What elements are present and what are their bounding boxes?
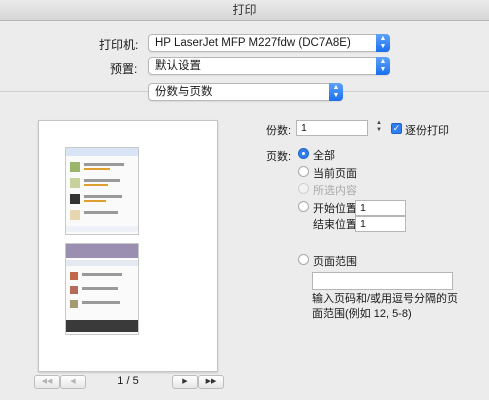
collate-label: 逐份打印 <box>405 125 449 137</box>
presets-select-value: 默认设置 <box>155 60 201 72</box>
copies-label: 份数: <box>266 125 292 137</box>
printer-label: 打印机: <box>99 38 139 52</box>
copies-input[interactable]: 1 <box>296 120 368 136</box>
pages-range-radio[interactable] <box>298 254 309 265</box>
pages-all-radio[interactable] <box>298 148 309 159</box>
pages-to-input[interactable]: 1 <box>355 216 406 232</box>
pages-to-label: 结束位置: <box>313 219 361 231</box>
first-page-button[interactable]: ◀◀ <box>34 375 60 389</box>
previous-page-button[interactable]: ◀ <box>60 375 86 389</box>
last-page-button[interactable]: ▶▶ <box>198 375 224 389</box>
select-arrows-icon: ▲ ▼ <box>376 57 390 75</box>
section-select-value: 份数与页数 <box>155 86 213 98</box>
pages-from-input[interactable]: 1 <box>355 200 406 216</box>
presets-select[interactable]: 默认设置 ▲ ▼ <box>148 57 390 75</box>
pages-current-radio[interactable] <box>298 166 309 177</box>
print-preview <box>38 120 218 372</box>
select-arrows-icon: ▲ ▼ <box>376 34 390 52</box>
pages-label: 页数: <box>266 151 292 163</box>
pages-all-label: 全部 <box>313 150 335 162</box>
pages-range-input[interactable] <box>312 272 453 290</box>
pages-selection-radio[interactable] <box>298 183 309 194</box>
printer-select-value: HP LaserJet MFP M227fdw (DC7A8E) <box>155 37 351 49</box>
preview-page-thumbnail <box>65 147 139 235</box>
presets-label: 预置: <box>110 62 138 76</box>
copies-stepper[interactable]: ▲ ▼ <box>375 120 383 136</box>
printer-select[interactable]: HP LaserJet MFP M227fdw (DC7A8E) ▲ ▼ <box>148 34 390 52</box>
section-select[interactable]: 份数与页数 ▲ ▼ <box>148 83 343 101</box>
preview-page-thumbnail <box>65 243 139 335</box>
pages-range-hint: 输入页码和/或用逗号分隔的页面范围(例如 12, 5-8) <box>312 293 459 320</box>
window-title: 打印 <box>232 3 257 17</box>
pages-selection-label: 所选内容 <box>313 185 357 197</box>
pages-current-label: 当前页面 <box>313 168 357 180</box>
select-arrows-icon: ▲ ▼ <box>329 83 343 101</box>
pages-from-label: 开始位置: <box>313 203 361 215</box>
collate-checkbox[interactable]: ✓ <box>391 123 402 134</box>
window-title-bar: 打印 <box>0 0 489 21</box>
next-page-button[interactable]: ▶ <box>172 375 198 389</box>
page-indicator: 1 / 5 <box>117 375 139 387</box>
pages-from-radio[interactable] <box>298 201 309 212</box>
pages-range-label: 页面范围 <box>313 256 357 268</box>
